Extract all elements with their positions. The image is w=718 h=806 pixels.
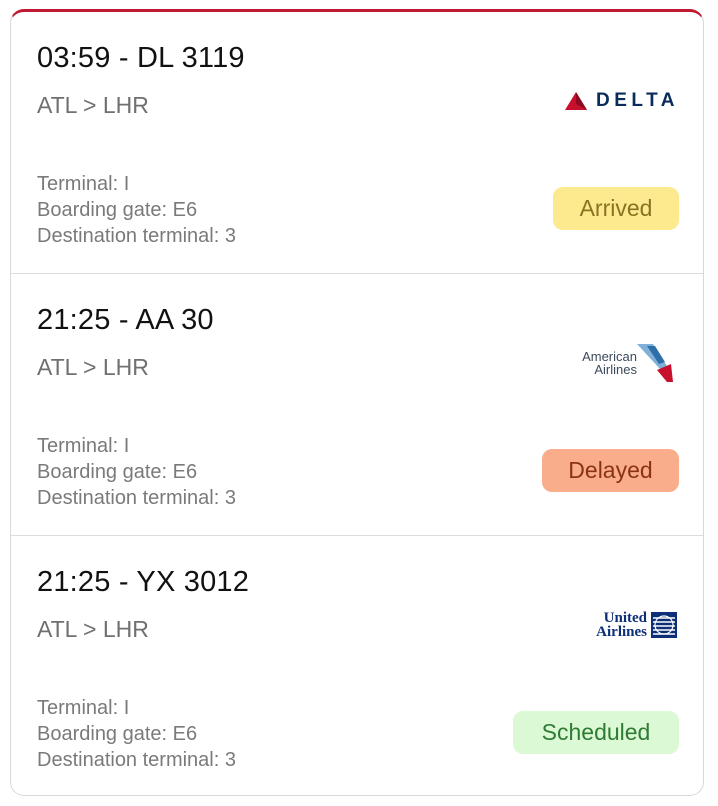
- american-airlines-logo-icon: American Airlines: [582, 342, 679, 384]
- delta-logo-text: DELTA: [595, 90, 679, 111]
- terminal-label: Terminal: I: [37, 435, 130, 457]
- status-badge: Scheduled: [513, 711, 679, 754]
- ua-logo-line1: United: [603, 610, 647, 626]
- status-badge: Delayed: [542, 449, 679, 492]
- aa-logo-line2: Airlines: [594, 362, 637, 377]
- status-badge: Arrived: [553, 187, 679, 230]
- flight-title: 03:59 - DL 3119: [37, 42, 245, 74]
- terminal-label: Terminal: I: [37, 697, 130, 719]
- destination-terminal-label: Destination terminal: 3: [37, 487, 236, 509]
- flight-details: Terminal: I Boarding gate: E6 Destinatio…: [37, 695, 236, 773]
- flight-details: Terminal: I Boarding gate: E6 Destinatio…: [37, 171, 236, 249]
- aa-flight-symbol-icon: [637, 344, 673, 382]
- flight-title: 21:25 - AA 30: [37, 304, 214, 336]
- ua-globe-icon: [651, 612, 677, 638]
- boarding-gate-label: Boarding gate: E6: [37, 461, 198, 483]
- boarding-gate-label: Boarding gate: E6: [37, 723, 198, 745]
- flight-list-card: 03:59 - DL 3119 ATL > LHR DELTA Terminal…: [10, 9, 704, 796]
- flight-route: ATL > LHR: [37, 354, 149, 380]
- flight-details: Terminal: I Boarding gate: E6 Destinatio…: [37, 433, 236, 511]
- united-airlines-logo-icon: United Airlines: [596, 604, 679, 646]
- flight-row[interactable]: 03:59 - DL 3119 ATL > LHR DELTA Terminal…: [11, 12, 703, 274]
- boarding-gate-label: Boarding gate: E6: [37, 199, 198, 221]
- destination-terminal-label: Destination terminal: 3: [37, 225, 236, 247]
- flight-title: 21:25 - YX 3012: [37, 566, 250, 598]
- flight-route: ATL > LHR: [37, 92, 149, 118]
- delta-triangle-icon: [564, 92, 587, 110]
- flight-route: ATL > LHR: [37, 616, 149, 642]
- destination-terminal-label: Destination terminal: 3: [37, 749, 236, 771]
- flight-row[interactable]: 21:25 - AA 30 ATL > LHR American Airline…: [11, 274, 703, 536]
- delta-logo-icon: DELTA: [564, 80, 679, 122]
- flight-row[interactable]: 21:25 - YX 3012 ATL > LHR United Airline…: [11, 536, 703, 795]
- terminal-label: Terminal: I: [37, 173, 130, 195]
- ua-logo-line2: Airlines: [596, 624, 647, 640]
